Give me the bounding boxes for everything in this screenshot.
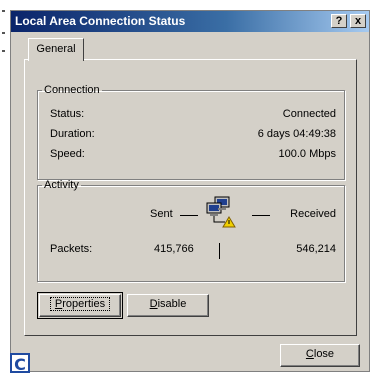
disable-accel: D [149, 298, 158, 310]
packets-sent-value: 415,766 [154, 243, 194, 255]
activity-group-label: Activity [44, 179, 79, 191]
left-margin-strip [0, 0, 10, 374]
duration-row: Duration: 6 days 04:49:38 [50, 128, 336, 144]
properties-label: roperties [62, 298, 106, 310]
speed-label: Speed: [50, 148, 85, 160]
network-status-icon [206, 196, 236, 228]
packets-label: Packets: [50, 243, 93, 255]
margin-tick [2, 10, 5, 12]
speed-row: Speed: 100.0 Mbps [50, 148, 336, 164]
close-button[interactable]: Close [280, 344, 360, 367]
general-tab-panel: Connection Status: Connected Duration: 6… [24, 59, 357, 336]
packets-divider [219, 243, 220, 259]
margin-tick [2, 32, 5, 34]
status-dialog: Local Area Connection Status ? x General… [10, 10, 370, 372]
close-accel: C [305, 348, 314, 360]
close-window-button[interactable]: x [350, 14, 366, 28]
properties-button[interactable]: Properties [37, 292, 123, 319]
activity-group: Activity Sent Received Packets: 415,766 … [37, 179, 345, 282]
received-label: Received [290, 208, 336, 220]
disable-label: isable [157, 298, 187, 310]
connection-group: Connection Status: Connected Duration: 6… [37, 84, 345, 180]
status-value: Connected [282, 108, 336, 120]
help-button[interactable]: ? [331, 14, 347, 28]
tab-general[interactable]: General [28, 38, 84, 61]
disable-button[interactable]: Disable [127, 294, 209, 317]
close-label: lose [313, 348, 335, 360]
window-title: Local Area Connection Status [15, 14, 186, 28]
received-line [252, 215, 270, 216]
sent-line [180, 215, 198, 216]
margin-tick [2, 50, 5, 52]
duration-value: 6 days 04:49:38 [257, 128, 336, 140]
sent-label: Sent [150, 208, 173, 220]
status-row: Status: Connected [50, 108, 336, 124]
status-label: Status: [50, 108, 85, 120]
speed-value: 100.0 Mbps [278, 148, 336, 160]
packets-received-value: 546,214 [296, 243, 336, 255]
connection-group-label: Connection [44, 84, 100, 96]
figure-label-badge: C [10, 353, 30, 374]
title-bar[interactable]: Local Area Connection Status ? x [11, 11, 369, 32]
duration-label: Duration: [50, 128, 95, 140]
